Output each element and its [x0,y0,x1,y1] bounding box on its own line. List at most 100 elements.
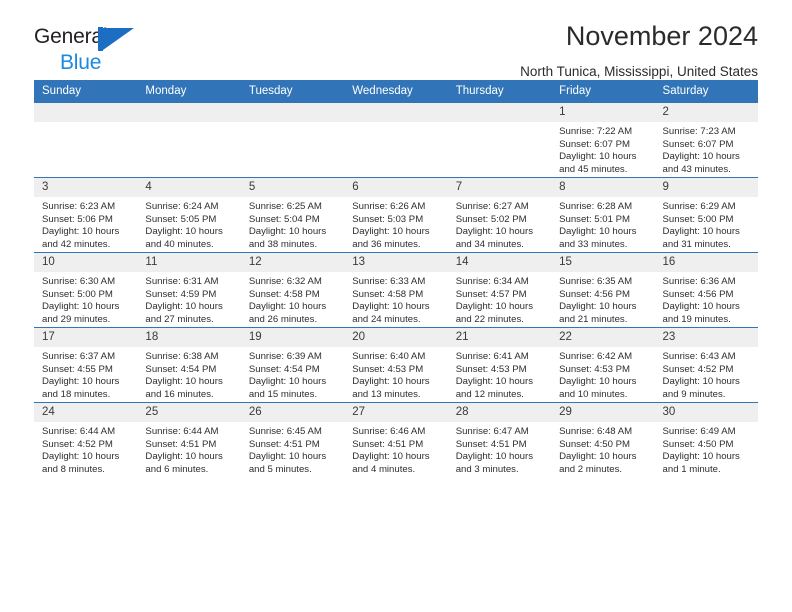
calendar-day-cell[interactable]: 19 Sunrise: 6:39 AM Sunset: 4:54 PM Dayligh… [240,327,345,403]
calendar-week-row: 24 Sunrise: 6:44 AM Sunset: 4:52 PM Dayligh… [34,402,758,477]
calendar-week-row: 1 Sunrise: 7:22 AM Sunset: 6:07 PM Daylight… [34,103,758,178]
daylight-text: Daylight: 10 hours and 19 minutes. [662,301,740,325]
day-number [137,103,241,122]
sunrise-text: Sunrise: 6:45 AM [248,426,322,437]
calendar-day-cell[interactable]: 17 Sunrise: 6:37 AM Sunset: 4:55 PM Dayligh… [34,327,138,403]
calendar-empty-cell [447,103,552,178]
sunset-text: Sunset: 4:54 PM [248,363,320,375]
calendar-day-cell[interactable]: 12 Sunrise: 6:32 AM Sunset: 4:58 PM Dayligh… [240,252,345,328]
weekday-header-thursday: Thursday [447,80,552,103]
day-sun-info: Sunrise: 6:39 AM Sunset: 4:54 PM Daylight:… [241,347,344,401]
sunrise-text: Sunrise: 6:29 AM [662,201,736,212]
day-cell-content: 25 Sunrise: 6:44 AM Sunset: 4:51 PM Dayligh… [137,403,241,477]
sunrise-text: Sunrise: 6:27 AM [455,201,529,212]
brand-name-general: General [34,25,108,48]
calendar-week-row: 3 Sunrise: 6:23 AM Sunset: 5:06 PM Daylight… [34,177,758,253]
daylight-text: Daylight: 10 hours and 45 minutes. [559,151,637,175]
calendar-day-cell[interactable]: 11 Sunrise: 6:31 AM Sunset: 4:59 PM Dayligh… [137,252,241,328]
daylight-text: Daylight: 10 hours and 21 minutes. [559,301,637,325]
calendar-day-cell[interactable]: 5 Sunrise: 6:25 AM Sunset: 5:04 PM Daylight… [240,177,345,253]
day-cell-content: 3 Sunrise: 6:23 AM Sunset: 5:06 PM Daylight… [34,178,138,252]
sunrise-text: Sunrise: 6:26 AM [352,201,426,212]
calendar-day-cell[interactable]: 18 Sunrise: 6:38 AM Sunset: 4:54 PM Dayligh… [137,327,241,403]
calendar-day-cell[interactable]: 26 Sunrise: 6:45 AM Sunset: 4:51 PM Dayligh… [240,402,345,477]
day-cell-content: 29 Sunrise: 6:48 AM Sunset: 4:50 PM Dayligh… [551,403,655,477]
day-number: 1 [551,103,655,122]
calendar-day-cell[interactable]: 27 Sunrise: 6:46 AM Sunset: 4:51 PM Dayligh… [344,402,448,477]
day-sun-info: Sunrise: 7:23 AM Sunset: 6:07 PM Daylight:… [655,122,758,176]
sunset-text: Sunset: 6:07 PM [559,138,631,150]
calendar-day-cell[interactable]: 22 Sunrise: 6:42 AM Sunset: 4:53 PM Dayligh… [551,327,655,403]
calendar-page: General Blue November 2024 North Tunica,… [0,0,792,612]
sunset-text: Sunset: 4:50 PM [559,438,631,450]
day-sun-info: Sunrise: 6:47 AM Sunset: 4:51 PM Daylight:… [448,422,551,476]
day-cell-content: 14 Sunrise: 6:34 AM Sunset: 4:57 PM Dayligh… [447,253,552,327]
daylight-text: Daylight: 10 hours and 16 minutes. [145,376,223,400]
calendar-day-cell[interactable]: 2 Sunrise: 7:23 AM Sunset: 6:07 PM Daylight… [654,103,758,178]
daylight-text: Daylight: 10 hours and 42 minutes. [42,226,120,250]
calendar-day-cell[interactable]: 13 Sunrise: 6:33 AM Sunset: 4:58 PM Dayligh… [344,252,448,328]
sunset-text: Sunset: 4:51 PM [248,438,320,450]
sunrise-text: Sunrise: 6:46 AM [352,426,426,437]
calendar-day-cell[interactable]: 21 Sunrise: 6:41 AM Sunset: 4:53 PM Dayligh… [447,327,552,403]
calendar-day-cell[interactable]: 20 Sunrise: 6:40 AM Sunset: 4:53 PM Dayligh… [344,327,448,403]
day-cell-content: 12 Sunrise: 6:32 AM Sunset: 4:58 PM Dayligh… [240,253,345,327]
daylight-text: Daylight: 10 hours and 2 minutes. [559,451,637,475]
day-number: 27 [344,403,448,422]
sunset-text: Sunset: 6:07 PM [662,138,734,150]
sunset-text: Sunset: 4:59 PM [145,288,217,300]
day-number: 30 [654,403,758,422]
day-sun-info: Sunrise: 6:27 AM Sunset: 5:02 PM Daylight:… [448,197,551,251]
day-number: 10 [34,253,138,272]
sunset-text: Sunset: 5:04 PM [248,213,320,225]
sunrise-text: Sunrise: 7:22 AM [559,126,633,137]
calendar-empty-cell [137,103,241,178]
sunset-text: Sunset: 5:02 PM [455,213,527,225]
sunset-text: Sunset: 4:51 PM [352,438,424,450]
calendar-day-cell[interactable]: 8 Sunrise: 6:28 AM Sunset: 5:01 PM Daylight… [551,177,655,253]
sunset-text: Sunset: 5:06 PM [42,213,113,225]
brand-logo[interactable]: General Blue [34,26,254,74]
calendar-day-cell[interactable]: 29 Sunrise: 6:48 AM Sunset: 4:50 PM Dayligh… [551,402,655,477]
calendar-day-cell[interactable]: 14 Sunrise: 6:34 AM Sunset: 4:57 PM Dayligh… [447,252,552,328]
calendar-day-cell[interactable]: 24 Sunrise: 6:44 AM Sunset: 4:52 PM Dayligh… [34,402,138,477]
calendar-week-row: 17 Sunrise: 6:37 AM Sunset: 4:55 PM Dayligh… [34,327,758,403]
day-cell-content: 26 Sunrise: 6:45 AM Sunset: 4:51 PM Dayligh… [240,403,345,477]
calendar-day-cell[interactable]: 9 Sunrise: 6:29 AM Sunset: 5:00 PM Daylight… [654,177,758,253]
calendar-day-cell[interactable]: 25 Sunrise: 6:44 AM Sunset: 4:51 PM Dayligh… [137,402,241,477]
calendar-day-cell[interactable]: 1 Sunrise: 7:22 AM Sunset: 6:07 PM Daylight… [551,103,655,178]
daylight-text: Daylight: 10 hours and 1 minute. [662,451,740,475]
calendar-day-cell[interactable]: 28 Sunrise: 6:47 AM Sunset: 4:51 PM Dayligh… [447,402,552,477]
day-cell-content: 19 Sunrise: 6:39 AM Sunset: 4:54 PM Dayligh… [240,328,345,402]
day-number: 23 [654,328,758,347]
day-cell-content: 17 Sunrise: 6:37 AM Sunset: 4:55 PM Dayligh… [34,328,138,402]
calendar-day-cell[interactable]: 23 Sunrise: 6:43 AM Sunset: 4:52 PM Dayligh… [654,327,758,403]
calendar-day-cell[interactable]: 16 Sunrise: 6:36 AM Sunset: 4:56 PM Dayligh… [654,252,758,328]
sunrise-text: Sunrise: 6:49 AM [662,426,736,437]
day-cell-content [34,103,138,177]
sunset-text: Sunset: 4:56 PM [662,288,734,300]
day-cell-content: 30 Sunrise: 6:49 AM Sunset: 4:50 PM Dayligh… [654,403,758,477]
day-number: 15 [551,253,655,272]
daylight-text: Daylight: 10 hours and 43 minutes. [662,151,740,175]
sunrise-text: Sunrise: 7:23 AM [662,126,736,137]
day-cell-content: 2 Sunrise: 7:23 AM Sunset: 6:07 PM Daylight… [654,103,758,177]
calendar-day-cell[interactable]: 7 Sunrise: 6:27 AM Sunset: 5:02 PM Daylight… [447,177,552,253]
calendar-day-cell[interactable]: 10 Sunrise: 6:30 AM Sunset: 5:00 PM Dayligh… [34,252,138,328]
calendar-body: 1 Sunrise: 7:22 AM Sunset: 6:07 PM Daylight… [34,103,758,477]
sunset-text: Sunset: 4:51 PM [455,438,527,450]
day-number: 22 [551,328,655,347]
day-number: 5 [240,178,345,197]
calendar-day-cell[interactable]: 15 Sunrise: 6:35 AM Sunset: 4:56 PM Dayligh… [551,252,655,328]
day-cell-content: 22 Sunrise: 6:42 AM Sunset: 4:53 PM Dayligh… [551,328,655,402]
sunset-text: Sunset: 5:01 PM [559,213,631,225]
calendar-day-cell[interactable]: 6 Sunrise: 6:26 AM Sunset: 5:03 PM Daylight… [344,177,448,253]
calendar-day-cell[interactable]: 30 Sunrise: 6:49 AM Sunset: 4:50 PM Dayligh… [654,402,758,477]
day-cell-content: 10 Sunrise: 6:30 AM Sunset: 5:00 PM Dayligh… [34,253,138,327]
day-number: 2 [654,103,758,122]
calendar-day-cell[interactable]: 3 Sunrise: 6:23 AM Sunset: 5:06 PM Daylight… [34,177,138,253]
day-sun-info: Sunrise: 6:40 AM Sunset: 4:53 PM Daylight:… [344,347,447,401]
calendar-day-cell[interactable]: 4 Sunrise: 6:24 AM Sunset: 5:05 PM Daylight… [137,177,241,253]
day-sun-info: Sunrise: 6:33 AM Sunset: 4:58 PM Daylight:… [344,272,447,326]
calendar-table: Sunday Monday Tuesday Wednesday Thursday… [34,80,758,477]
